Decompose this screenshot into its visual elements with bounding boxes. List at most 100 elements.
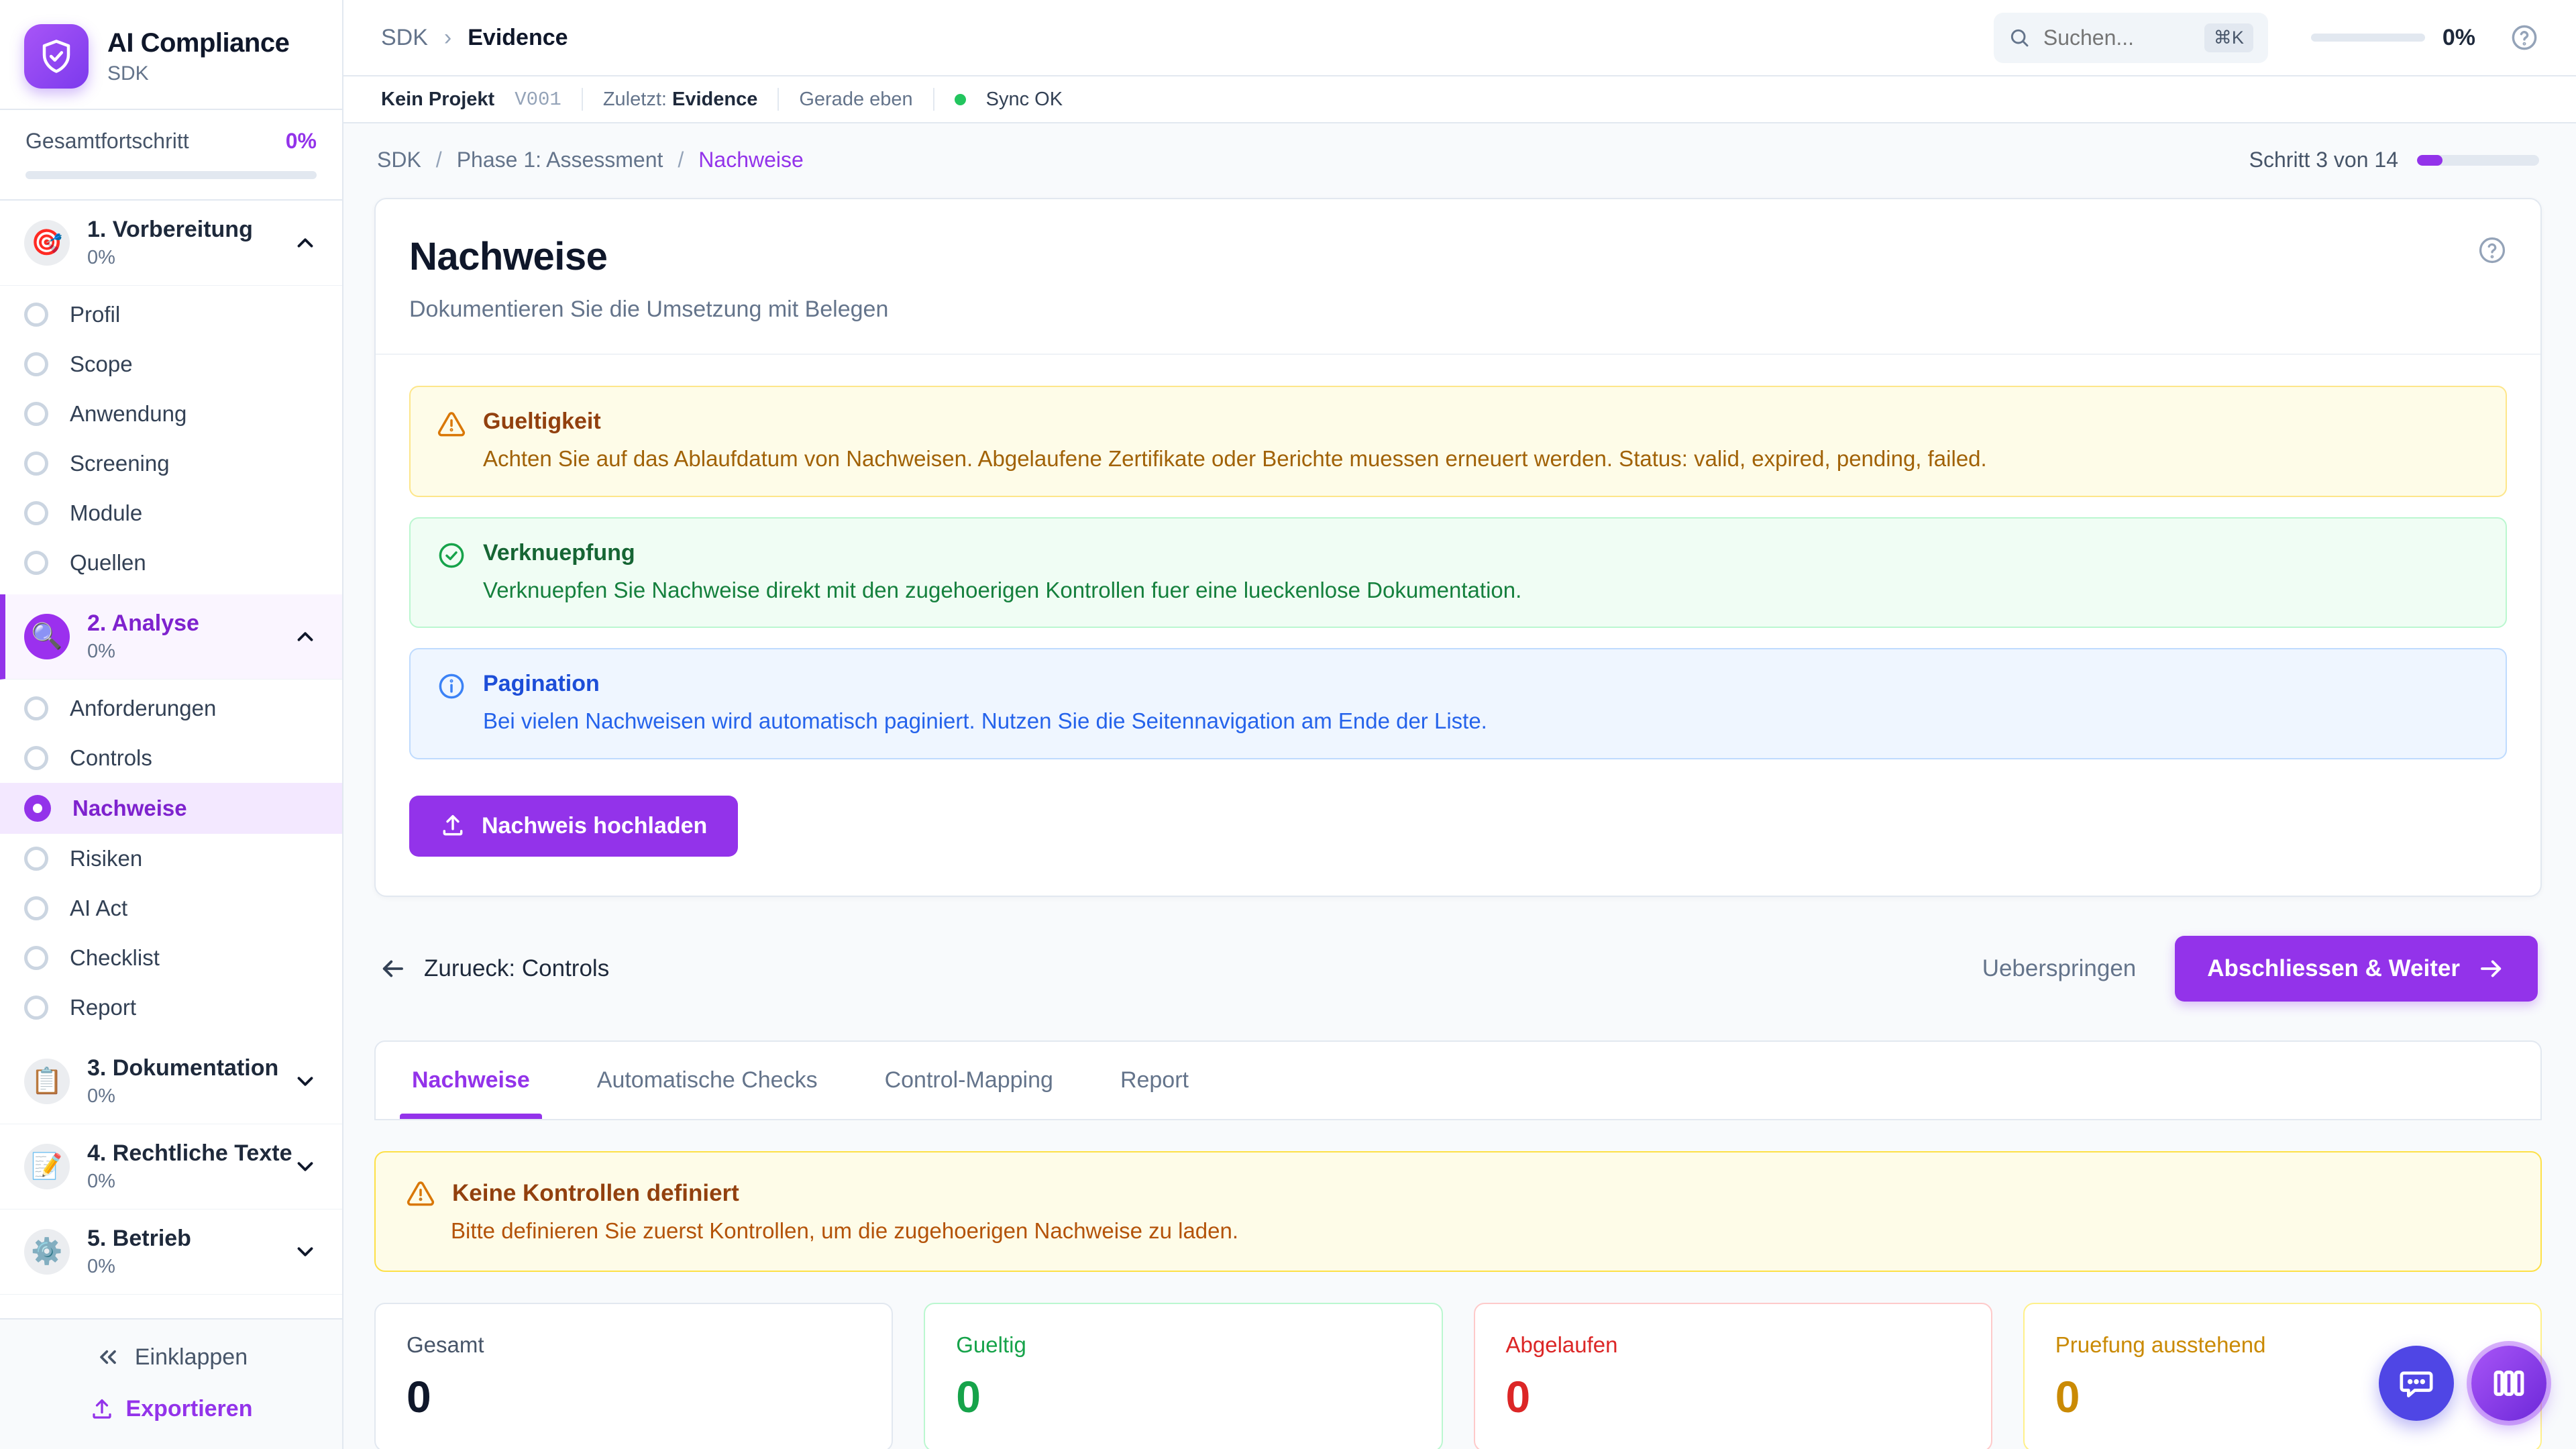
breadcrumb-root[interactable]: SDK: [381, 25, 428, 51]
radio-icon: [24, 352, 48, 376]
sync-status-label: Sync OK: [986, 89, 1063, 111]
chat-bubble-icon: [2398, 1364, 2435, 1402]
warning-text: Bitte definieren Sie zuerst Kontrollen, …: [451, 1218, 2510, 1244]
board-fab-button[interactable]: [2471, 1346, 2546, 1421]
alert-title: Gueltigkeit: [483, 409, 1987, 435]
sidebar-item-quellen[interactable]: Quellen: [0, 538, 342, 588]
tab-bar: Nachweise Automatische Checks Control-Ma…: [374, 1040, 2542, 1120]
alert-pagination: Pagination Bei vielen Nachweisen wird au…: [409, 648, 2507, 759]
card-body: Gueltigkeit Achten Sie auf das Ablaufdat…: [376, 354, 2540, 896]
search-input[interactable]: [2043, 25, 2191, 50]
page-title: Nachweise: [409, 234, 2507, 279]
sidebar-section-analyse[interactable]: 🔍 2. Analyse 0%: [0, 594, 342, 680]
section-progress: 0%: [87, 1171, 292, 1193]
back-to-controls-button[interactable]: Zurueck: Controls: [378, 955, 609, 983]
search-icon: [2008, 27, 2030, 48]
skip-button[interactable]: Ueberspringen: [1982, 955, 2137, 982]
chevron-down-icon: [292, 1069, 318, 1094]
breadcrumb-sdk[interactable]: SDK: [377, 148, 421, 172]
sidebar-item-risiken[interactable]: Risiken: [0, 834, 342, 883]
search-box[interactable]: ⌘K: [1994, 13, 2268, 63]
sidebar-item-profil[interactable]: Profil: [0, 290, 342, 339]
complete-continue-button[interactable]: Abschliessen & Weiter: [2175, 936, 2538, 1002]
step-progress-bar: [2417, 155, 2539, 166]
breadcrumb-phase[interactable]: Phase 1: Assessment: [457, 148, 663, 172]
sidebar-item-nachweise[interactable]: Nachweise: [0, 783, 342, 834]
sidebar-item-anwendung[interactable]: Anwendung: [0, 389, 342, 439]
radio-icon: [24, 501, 48, 525]
sidebar-item-checklist[interactable]: Checklist: [0, 933, 342, 983]
sidebar-item-anforderungen[interactable]: Anforderungen: [0, 684, 342, 733]
sidebar-item-ai-act[interactable]: AI Act: [0, 883, 342, 933]
alert-text: Bei vielen Nachweisen wird automatisch p…: [483, 706, 1487, 737]
overall-progress-label: Gesamtfortschritt: [25, 129, 189, 154]
alert-title: Pagination: [483, 671, 1487, 697]
help-icon[interactable]: [2510, 23, 2538, 52]
alert-text: Achten Sie auf das Ablaufdatum von Nachw…: [483, 444, 1987, 474]
clipboard-icon: 📋: [24, 1059, 70, 1104]
chevron-down-icon: [292, 1154, 318, 1179]
upload-evidence-button[interactable]: Nachweis hochladen: [409, 796, 738, 857]
card-help-icon[interactable]: [2477, 235, 2507, 265]
sidebar: AI Compliance SDK Gesamtfortschritt 0% 🎯…: [0, 0, 343, 1449]
status-bar: Kein Projekt V001 Zuletzt: Evidence Gera…: [343, 76, 2576, 123]
radio-icon: [24, 551, 48, 575]
tab-automatische-checks[interactable]: Automatische Checks: [594, 1042, 820, 1119]
shield-logo-icon: [24, 24, 89, 89]
app-logo-row: AI Compliance SDK: [0, 0, 342, 109]
sidebar-item-report[interactable]: Report: [0, 983, 342, 1032]
chevron-down-icon: [292, 1239, 318, 1265]
check-circle-icon: [437, 541, 466, 606]
arrow-left-icon: [378, 955, 407, 983]
divider: [777, 88, 779, 111]
step-indicator: Schritt 3 von 14: [2249, 148, 2398, 172]
sidebar-footer: Einklappen Exportieren: [0, 1318, 342, 1449]
sidebar-item-controls[interactable]: Controls: [0, 733, 342, 783]
radio-icon: [24, 696, 48, 720]
tab-nachweise[interactable]: Nachweise: [409, 1042, 533, 1119]
collapse-sidebar-button[interactable]: Einklappen: [95, 1344, 248, 1371]
tab-control-mapping[interactable]: Control-Mapping: [882, 1042, 1056, 1119]
breadcrumb-current: Evidence: [468, 25, 568, 51]
overall-progress: Gesamtfortschritt 0%: [0, 109, 342, 201]
sidebar-section-dokumentation[interactable]: 📋 3. Dokumentation 0%: [0, 1039, 342, 1124]
chevron-right-icon: ›: [444, 25, 451, 51]
topbar: SDK › Evidence ⌘K 0%: [343, 0, 2576, 76]
sidebar-section-vorbereitung[interactable]: 🎯 1. Vorbereitung 0%: [0, 201, 342, 286]
warning-triangle-icon: [437, 410, 466, 474]
alert-text: Verknuepfen Sie Nachweise direkt mit den…: [483, 576, 1521, 606]
topbar-breadcrumb: SDK › Evidence: [381, 25, 568, 51]
section-label: 5. Betrieb: [87, 1226, 292, 1252]
section-progress: 0%: [87, 1085, 292, 1108]
sidebar-section-rechtliche-texte[interactable]: 📝 4. Rechtliche Texte 0%: [0, 1124, 342, 1210]
sidebar-item-screening[interactable]: Screening: [0, 439, 342, 488]
divider: [582, 88, 583, 111]
alert-validity: Gueltigkeit Achten Sie auf das Ablaufdat…: [409, 386, 2507, 497]
target-icon: 🎯: [24, 220, 70, 266]
last-visited: Zuletzt: Evidence: [603, 89, 758, 111]
stat-card-gueltig: Gueltig 0: [924, 1303, 1442, 1449]
page-breadcrumb: SDK / Phase 1: Assessment / Nachweise Sc…: [377, 148, 2539, 172]
sidebar-section-betrieb[interactable]: ⚙️ 5. Betrieb 0%: [0, 1210, 342, 1295]
kanban-columns-icon: [2490, 1364, 2528, 1402]
card-header: Nachweise Dokumentieren Sie die Umsetzun…: [376, 199, 2540, 354]
page-subtitle: Dokumentieren Sie die Umsetzung mit Bele…: [409, 297, 2507, 323]
main-card: Nachweise Dokumentieren Sie die Umsetzun…: [374, 198, 2542, 897]
topbar-progress-bar: [2311, 34, 2425, 42]
tab-report[interactable]: Report: [1118, 1042, 1191, 1119]
alert-title: Verknuepfung: [483, 540, 1521, 566]
sidebar-item-scope[interactable]: Scope: [0, 339, 342, 389]
radio-icon: [24, 896, 48, 920]
page-content: SDK / Phase 1: Assessment / Nachweise Sc…: [343, 123, 2576, 1449]
section-label: 2. Analyse: [87, 610, 292, 637]
search-shortcut-kbd: ⌘K: [2204, 23, 2253, 52]
section-progress: 0%: [87, 1256, 292, 1278]
export-button[interactable]: Exportieren: [90, 1396, 253, 1422]
app-subtitle: SDK: [107, 62, 289, 85]
section-progress: 0%: [87, 247, 292, 269]
chat-fab-button[interactable]: [2379, 1346, 2454, 1421]
sidebar-item-module[interactable]: Module: [0, 488, 342, 538]
radio-icon: [24, 847, 48, 871]
wizard-nav-row: Zurueck: Controls Ueberspringen Abschlie…: [374, 936, 2542, 1002]
breadcrumb-current-page: Nachweise: [698, 148, 804, 172]
